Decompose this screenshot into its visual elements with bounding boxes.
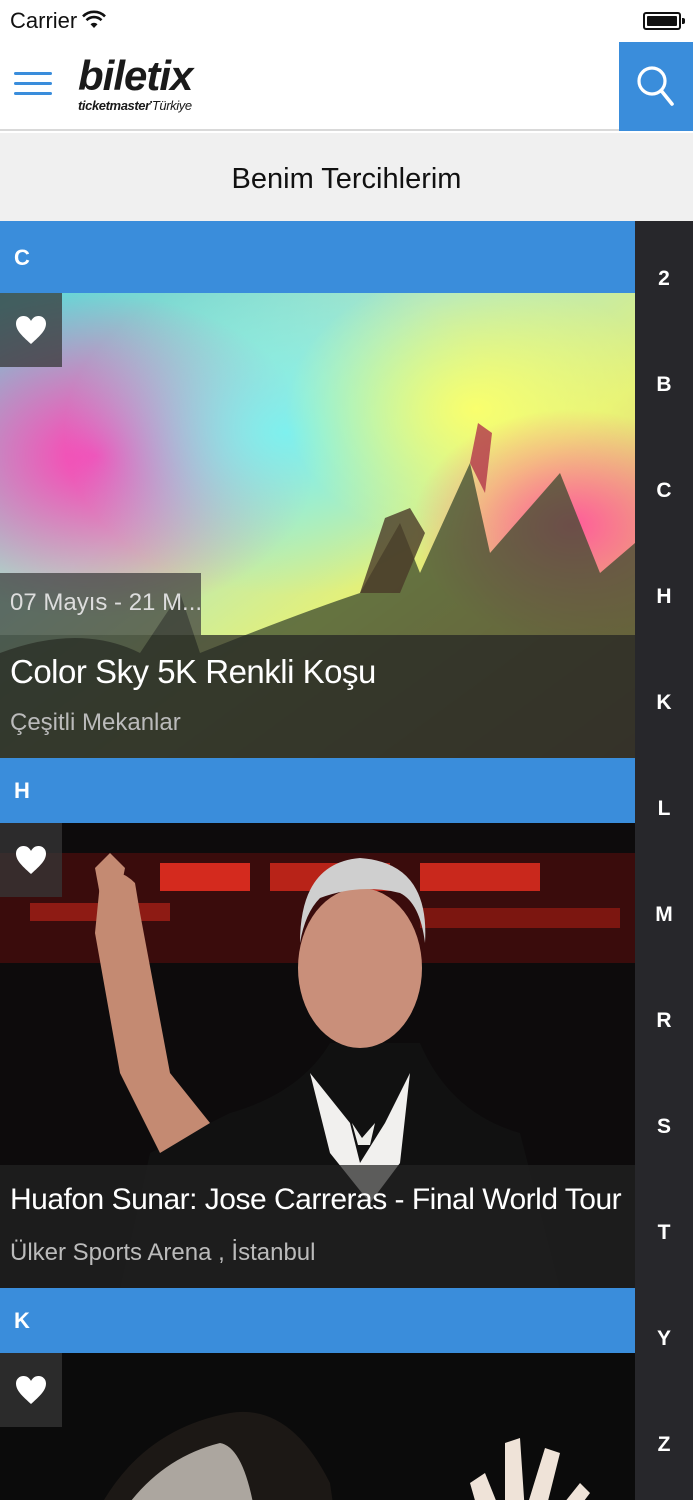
section-index-bar[interactable]: 2 B C H K L M R S T Y Z: [635, 221, 693, 1500]
logo-country: Türkiye: [151, 98, 192, 113]
event-date: 07 Mayıs - 21 M...: [10, 589, 203, 616]
battery-icon: [643, 12, 685, 30]
event-info: Color Sky 5K Renkli Koşu Çeşitli Mekanla…: [0, 635, 635, 758]
event-date-badge: 07 Mayıs - 21 M...: [0, 573, 203, 635]
index-letter-z[interactable]: Z: [635, 1433, 693, 1457]
biletix-logo[interactable]: biletix ticketmaster•Türkiye: [78, 54, 218, 118]
favorite-button[interactable]: [0, 1353, 62, 1427]
logo-main-text: biletix: [78, 52, 193, 99]
index-letter-y[interactable]: Y: [635, 1327, 693, 1351]
event-card-k[interactable]: [0, 1353, 635, 1500]
search-button[interactable]: [619, 42, 693, 131]
section-header-k: K: [0, 1288, 635, 1353]
hamburger-menu-icon[interactable]: [14, 70, 52, 100]
page-header: Benim Tercihlerim: [0, 133, 693, 221]
section-letter: C: [14, 245, 30, 270]
nav-bar: biletix ticketmaster•Türkiye: [0, 42, 693, 131]
favorite-button[interactable]: [0, 293, 62, 367]
event-card-jose-carreras[interactable]: Huafon Sunar: Jose Carreras - Final Worl…: [0, 823, 635, 1288]
heart-icon: [16, 1376, 46, 1404]
status-bar: Carrier: [0, 0, 693, 42]
index-letter-t[interactable]: T: [635, 1221, 693, 1245]
heart-icon: [16, 846, 46, 874]
favorites-list[interactable]: C 07 Mayıs - 21 M... Color Sky 5K Renkli…: [0, 221, 635, 1500]
event-image-performer: [0, 1353, 635, 1500]
index-letter-r[interactable]: R: [635, 1009, 693, 1033]
index-letter-c[interactable]: C: [635, 479, 693, 503]
index-letter-k[interactable]: K: [635, 691, 693, 715]
event-card-color-sky[interactable]: 07 Mayıs - 21 M... Color Sky 5K Renkli K…: [0, 293, 635, 758]
index-letter-s[interactable]: S: [635, 1115, 693, 1139]
index-letter-b[interactable]: B: [635, 373, 693, 397]
carrier-label: Carrier: [10, 8, 78, 33]
section-header-h: H: [0, 758, 635, 823]
event-venue: Ülker Sports Arena , İstanbul: [10, 1239, 316, 1266]
index-letter-2[interactable]: 2: [635, 267, 693, 291]
event-title: Color Sky 5K Renkli Koşu: [10, 653, 376, 690]
section-header-c: C: [0, 221, 635, 293]
event-title: Huafon Sunar: Jose Carreras - Final Worl…: [10, 1183, 622, 1216]
heart-icon: [16, 316, 46, 344]
event-info: Huafon Sunar: Jose Carreras - Final Worl…: [0, 1165, 635, 1288]
favorite-button[interactable]: [0, 823, 62, 897]
search-icon: [637, 66, 674, 106]
event-venue: Çeşitli Mekanlar: [10, 709, 181, 736]
index-letter-m[interactable]: M: [635, 903, 693, 927]
logo-ticketmaster: ticketmaster: [78, 98, 150, 113]
logo-sub-text: ticketmaster•Türkiye: [78, 98, 192, 113]
page-title: Benim Tercihlerim: [231, 163, 462, 195]
section-letter: K: [14, 1308, 30, 1333]
section-letter: H: [14, 778, 30, 803]
index-letter-l[interactable]: L: [635, 797, 693, 821]
index-letter-h[interactable]: H: [635, 585, 693, 609]
wifi-icon: [82, 10, 106, 28]
